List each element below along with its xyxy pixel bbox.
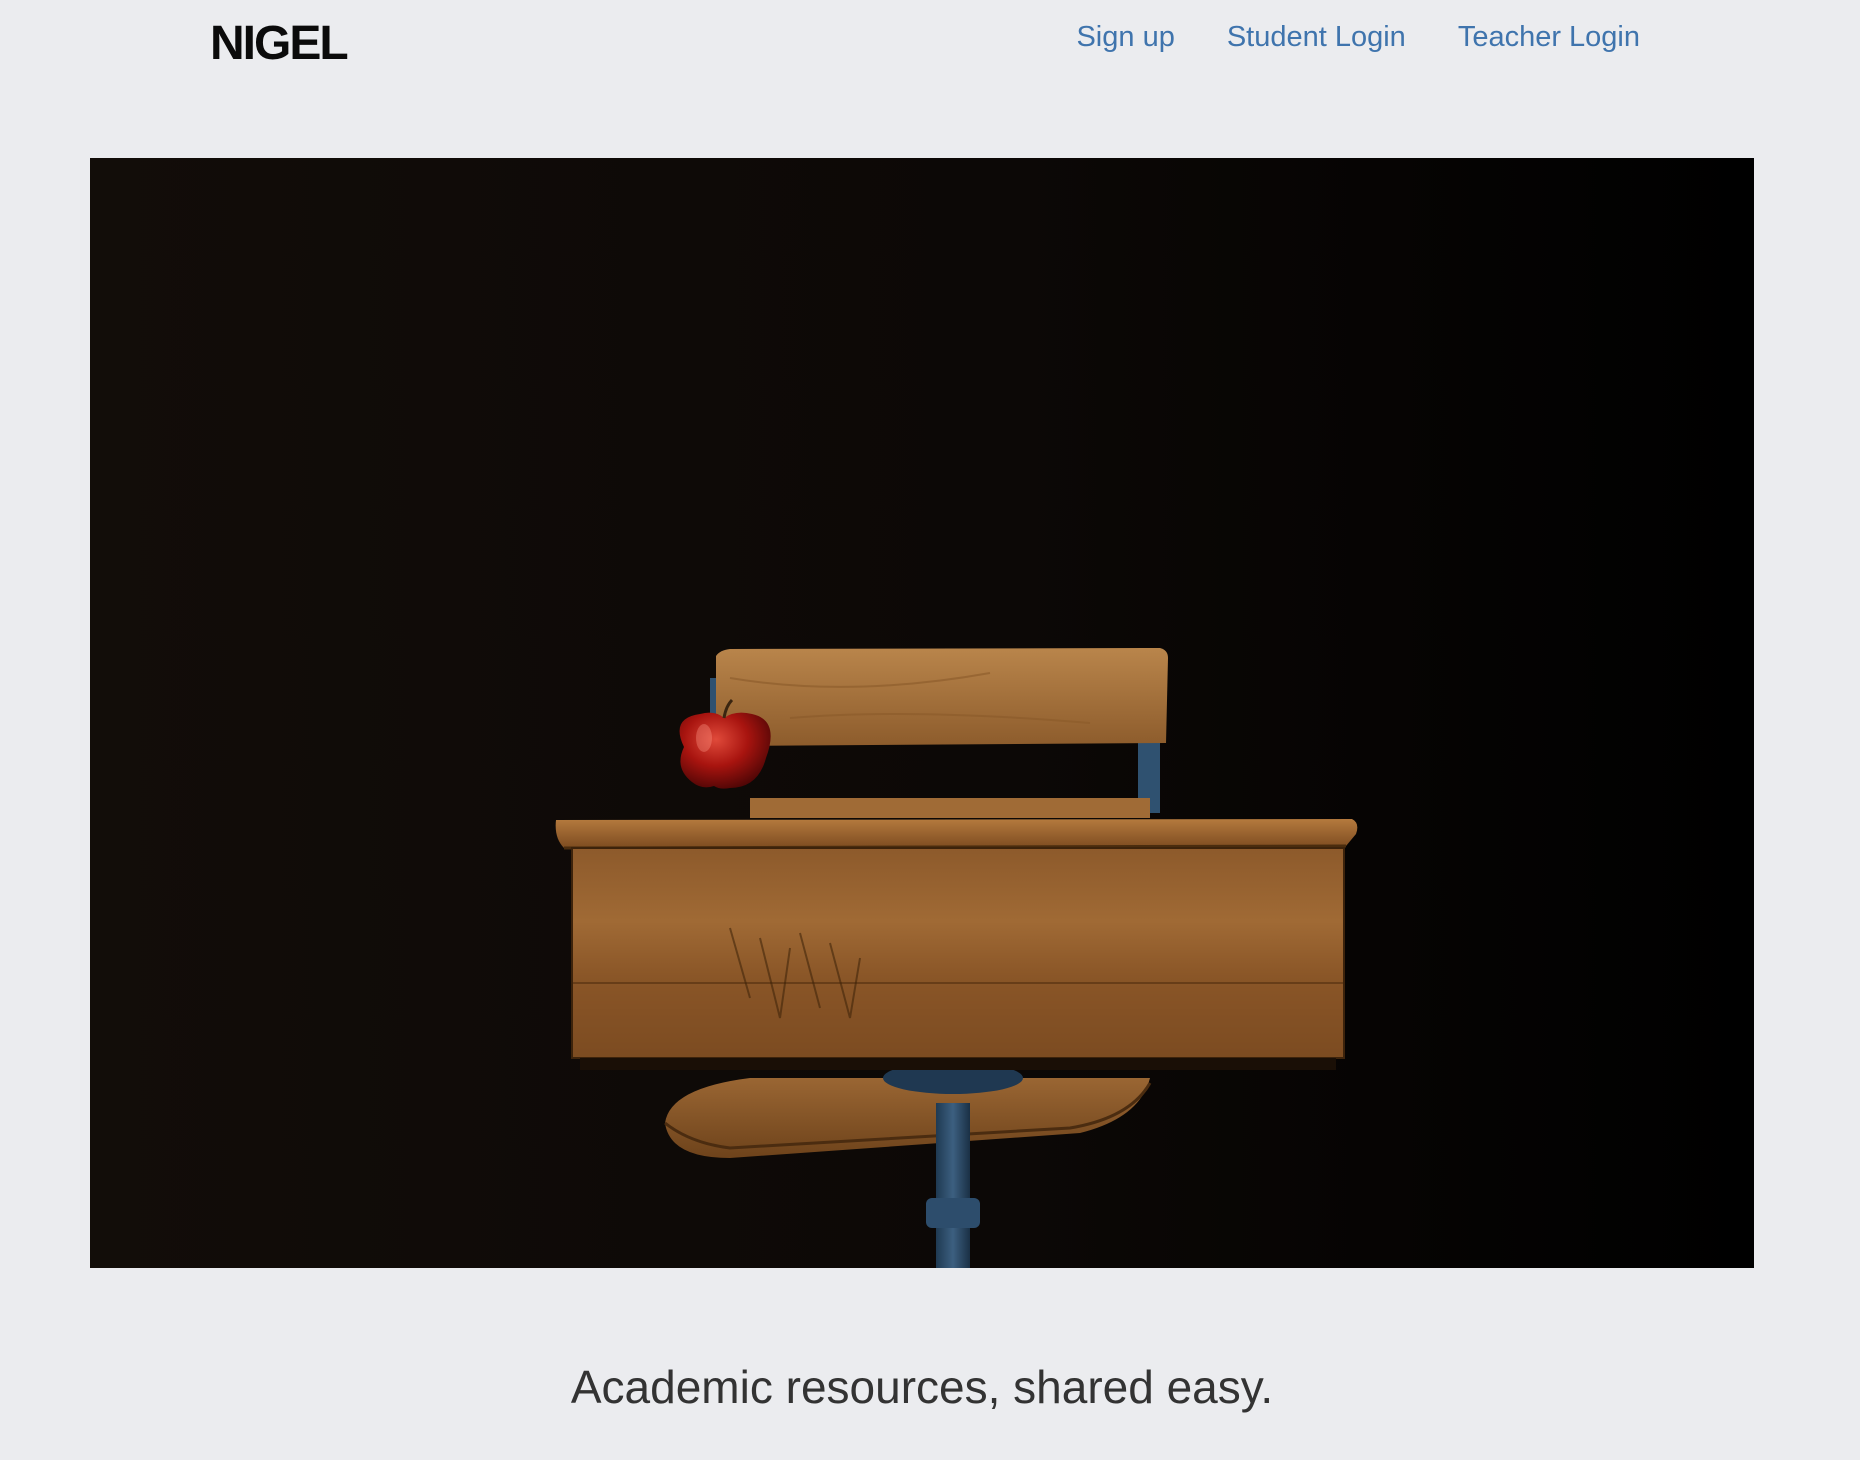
- teacher-login-link[interactable]: Teacher Login: [1458, 18, 1640, 56]
- sign-up-link[interactable]: Sign up: [1076, 18, 1174, 56]
- tagline: Academic resources, shared easy.: [570, 1361, 1274, 1413]
- student-login-link[interactable]: Student Login: [1227, 18, 1406, 56]
- hero-image: [90, 158, 1754, 1268]
- top-nav: Sign up Student Login Teacher Login: [1076, 18, 1640, 56]
- nigel-logo[interactable]: NIGEL: [210, 14, 349, 74]
- site-header: NIGEL Sign up Student Login Teacher Logi…: [0, 0, 1860, 100]
- school-desk-illustration: [90, 158, 1754, 1268]
